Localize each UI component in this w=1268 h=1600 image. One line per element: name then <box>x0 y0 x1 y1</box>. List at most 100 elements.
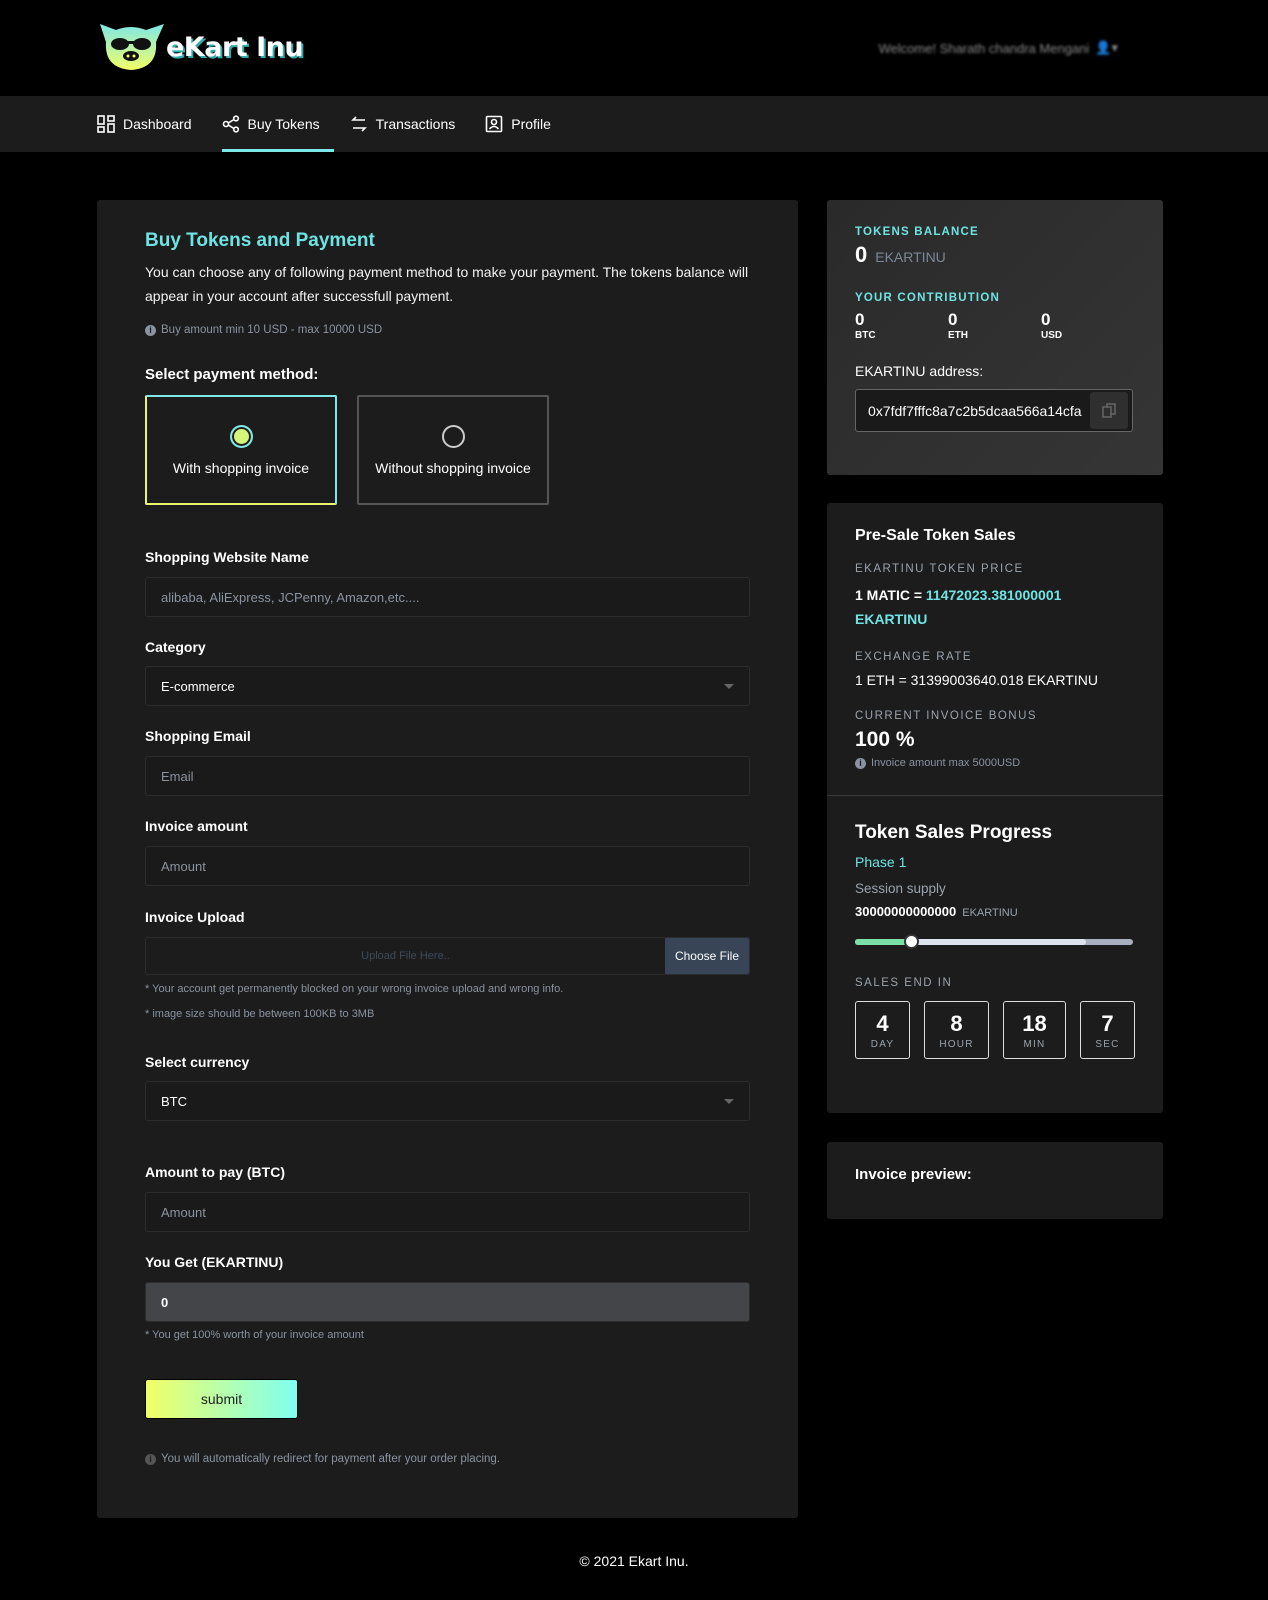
balance-caption: TOKENS BALANCE <box>855 226 979 238</box>
bonus-note-text: Invoice amount max 5000USD <box>871 757 1021 769</box>
payment-method-label: Select payment method: <box>145 366 319 383</box>
arrows-exchange-icon <box>350 116 367 132</box>
payment-methods: With shopping invoice Without shopping i… <box>145 395 750 505</box>
choose-file-button[interactable]: Choose File <box>664 938 749 974</box>
supply-unit: EKARTINU <box>962 907 1018 919</box>
progress-title: Token Sales Progress <box>855 822 1053 843</box>
address-value: 0x7fdf7fffc8a7c2b5dcaa566a14cfa <box>868 402 1082 419</box>
contrib-btc: 0 BTC <box>855 310 948 341</box>
invoice-upload[interactable]: Upload File Here.. Choose File <box>145 937 750 975</box>
countdown-unit: MIN <box>1023 1038 1046 1050</box>
placeholder: alibaba, AliExpress, JCPenny, Amazon,etc… <box>161 589 420 605</box>
footer-copyright: © 2021 Ekart Inu. <box>579 1553 689 1569</box>
contrib-unit: USD <box>1041 330 1063 341</box>
website-label: Shopping Website Name <box>145 549 309 565</box>
contributions: 0 BTC 0 ETH 0 USD <box>855 310 1135 341</box>
price-caption: EKARTINU TOKEN PRICE <box>855 563 1024 575</box>
upload-note: * Your account get permanently blocked o… <box>145 983 564 995</box>
countdown-value: 18 <box>1022 1010 1047 1036</box>
slider-thumb[interactable] <box>903 934 919 949</box>
nav-profile[interactable]: Profile <box>485 96 565 152</box>
method-label: With shopping invoice <box>172 459 310 476</box>
category-select[interactable]: E-commerce <box>145 666 750 706</box>
contrib-value: 0 <box>1041 310 1051 329</box>
radio-selected[interactable] <box>229 424 253 448</box>
countdown-hour: 8 HOUR <box>924 1001 989 1059</box>
logo[interactable]: eKart Inu <box>98 22 304 72</box>
you-get-field: 0 <box>145 1282 750 1322</box>
placeholder: Amount <box>161 858 206 874</box>
placeholder: Amount <box>161 1204 206 1220</box>
invoice-amount-label: Invoice amount <box>145 818 248 834</box>
countdown-value: 7 <box>1101 1010 1114 1036</box>
price-unit: EKARTINU <box>855 611 928 627</box>
method-without-invoice[interactable]: Without shopping invoice <box>357 395 549 505</box>
you-get-value: 0 <box>161 1294 169 1310</box>
nav-label: Profile <box>511 116 551 132</box>
rate-caption: EXCHANGE RATE <box>855 651 973 663</box>
balance-unit: EKARTINU <box>875 249 946 265</box>
bonus-caption: CURRENT INVOICE BONUS <box>855 710 1038 722</box>
presale-card: Pre-Sale Token Sales EKARTINU TOKEN PRIC… <box>827 503 1163 1113</box>
radio-unselected[interactable] <box>441 424 465 448</box>
contrib-usd: 0 USD <box>1041 310 1062 341</box>
sales-progress: Token Sales Progress Phase 1 Session sup… <box>827 795 1163 1059</box>
ends-caption: SALES END IN <box>855 977 953 989</box>
address-label: EKARTINU address: <box>855 363 984 379</box>
progress-slider[interactable] <box>855 934 1133 949</box>
submit-button[interactable]: submit <box>145 1379 298 1419</box>
form-title: Buy Tokens and Payment <box>145 230 375 251</box>
chevron-down-icon <box>724 683 734 689</box>
nav-label: Buy Tokens <box>247 116 320 132</box>
supply-row: 30000000000000 EKARTINU <box>855 904 1135 919</box>
redirect-note: i You will automatically redirect for pay… <box>145 1453 750 1465</box>
contrib-unit: BTC <box>855 330 876 341</box>
email-label: Shopping Email <box>145 728 251 744</box>
pay-label: Amount to pay (BTC) <box>145 1164 285 1180</box>
method-with-invoice[interactable]: With shopping invoice <box>145 395 337 505</box>
supply-value: 30000000000000 <box>855 904 957 919</box>
contribution-caption: YOUR CONTRIBUTION <box>855 292 1000 304</box>
nav-label: Transactions <box>375 116 456 132</box>
currency-label: Select currency <box>145 1054 250 1070</box>
website-input[interactable]: alibaba, AliExpress, JCPenny, Amazon,etc… <box>145 577 750 617</box>
countdown-unit: SEC <box>1095 1038 1120 1050</box>
token-price: 1 MATIC = 11472023.381000001 EKARTINU <box>855 583 1135 631</box>
bonus-note: i Invoice amount max 5000USD <box>855 757 1135 769</box>
nav-transactions[interactable]: Transactions <box>350 96 470 152</box>
presale-title: Pre-Sale Token Sales <box>855 527 1016 544</box>
selected-value: E-commerce <box>161 678 235 694</box>
selected-value: BTC <box>161 1093 187 1109</box>
countdown-value: 4 <box>876 1010 889 1036</box>
address-field[interactable]: 0x7fdf7fffc8a7c2b5dcaa566a14cfa <box>855 389 1133 432</box>
currency-select[interactable]: BTC <box>145 1081 750 1121</box>
buy-tokens-form: Buy Tokens and Payment You can choose an… <box>97 200 798 1518</box>
user-menu[interactable]: Welcome! Sharath chandra Mengani 👤▾ <box>879 40 1119 56</box>
nav-dashboard[interactable]: Dashboard <box>97 96 206 152</box>
phase: Phase 1 <box>855 854 907 870</box>
copy-button[interactable] <box>1090 392 1128 429</box>
share-nodes-icon <box>222 115 239 133</box>
countdown-unit: HOUR <box>939 1038 974 1050</box>
supply-label: Session supply <box>855 881 946 896</box>
info-icon: i <box>855 757 866 769</box>
price-prefix: 1 MATIC = <box>855 587 923 603</box>
limit-note-text: Buy amount min 10 USD - max 10000 USD <box>161 324 383 336</box>
countdown-unit: DAY <box>870 1038 895 1050</box>
get-note: * You get 100% worth of your invoice amo… <box>145 1329 364 1341</box>
brand-name: eKart Inu <box>166 31 304 63</box>
email-input[interactable]: Email <box>145 756 750 796</box>
pig-logo-icon <box>100 24 164 70</box>
invoice-preview-card: Invoice preview: <box>827 1142 1163 1219</box>
upload-label: Invoice Upload <box>145 909 245 925</box>
contrib-value: 0 <box>948 310 958 329</box>
pay-amount-input[interactable]: Amount <box>145 1192 750 1232</box>
nav-label: Dashboard <box>123 116 192 132</box>
main-nav: Dashboard Buy Tokens Transactions Profil… <box>0 96 1268 152</box>
dashboard-icon <box>97 115 115 133</box>
invoice-amount-input[interactable]: Amount <box>145 846 750 886</box>
nav-buy-tokens[interactable]: Buy Tokens <box>221 96 334 152</box>
placeholder: Email <box>161 768 194 784</box>
contrib-eth: 0 ETH <box>948 310 1041 341</box>
countdown-day: 4 DAY <box>855 1001 910 1059</box>
